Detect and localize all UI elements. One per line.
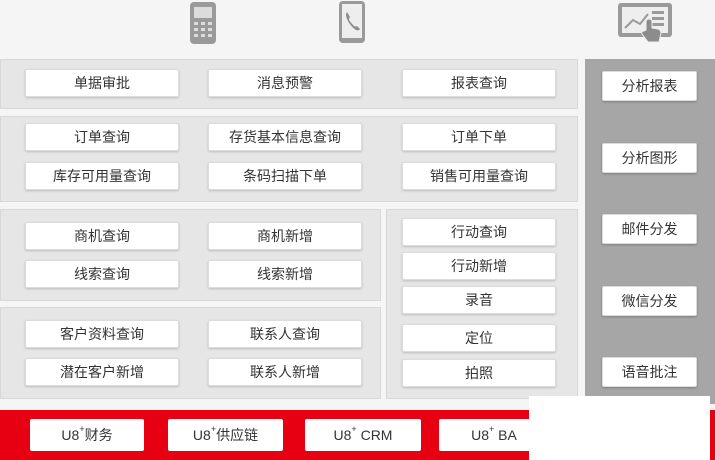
report-query-button[interactable]: 报表查询 — [402, 69, 556, 97]
tab-label-sup: + — [79, 424, 85, 435]
tab-label-suffix: 财务 — [84, 427, 113, 443]
tab-label-suffix: BA — [494, 427, 517, 443]
top-icon-bar — [0, 0, 715, 56]
potential-customer-add-button[interactable]: 潜在客户新增 — [25, 358, 179, 386]
tab-label-sup: + — [351, 424, 357, 435]
right-menu: 分析报表 分析图形 邮件分发 微信分发 语音批注 — [585, 59, 715, 404]
tab-label-suffix: 供应链 — [216, 427, 259, 443]
customer-panel: 客户资料查询 联系人查询 潜在客户新增 联系人新增 — [0, 307, 381, 399]
take-photo-button[interactable]: 拍照 — [402, 359, 556, 387]
actions-panel: 行动查询 行动新增 录音 定位 拍照 — [386, 209, 578, 399]
record-audio-button[interactable]: 录音 — [402, 286, 556, 314]
tab-label-suffix: CRM — [356, 427, 393, 443]
lead-query-button[interactable]: 线索查询 — [25, 260, 179, 288]
analysis-chart-button[interactable]: 分析图形 — [602, 143, 697, 173]
mobile-phone-icon[interactable] — [186, 0, 220, 46]
wechat-distribute-button[interactable]: 微信分发 — [602, 286, 697, 316]
email-distribute-button[interactable]: 邮件分发 — [602, 214, 697, 244]
barcode-scan-order-button[interactable]: 条码扫描下单 — [208, 162, 362, 190]
tab-u8-supply-chain[interactable]: U8+供应链 — [168, 419, 283, 451]
contact-add-button[interactable]: 联系人新增 — [208, 358, 362, 386]
sales-availability-query-button[interactable]: 销售可用量查询 — [402, 162, 556, 190]
tab-label-prefix: U8 — [471, 427, 490, 443]
tab-label-prefix: U8 — [333, 427, 352, 443]
action-add-button[interactable]: 行动新增 — [402, 252, 556, 280]
touch-report-icon[interactable] — [616, 0, 676, 48]
message-alert-button[interactable]: 消息预警 — [208, 69, 362, 97]
contact-query-button[interactable]: 联系人查询 — [208, 320, 362, 348]
opportunity-query-button[interactable]: 商机查询 — [25, 222, 179, 250]
phone-call-icon[interactable] — [336, 0, 368, 46]
document-approval-button[interactable]: 单据审批 — [25, 69, 179, 97]
orders-panel: 订单查询 存货基本信息查询 订单下单 库存可用量查询 条码扫描下单 销售可用量查… — [0, 116, 578, 202]
location-button[interactable]: 定位 — [402, 324, 556, 352]
approval-panel: 单据审批 消息预警 报表查询 — [0, 59, 578, 109]
opportunity-add-button[interactable]: 商机新增 — [208, 222, 362, 250]
action-query-button[interactable]: 行动查询 — [402, 218, 556, 246]
stock-availability-query-button[interactable]: 库存可用量查询 — [25, 162, 179, 190]
tab-label-prefix: U8 — [61, 427, 80, 443]
inventory-info-query-button[interactable]: 存货基本信息查询 — [208, 123, 362, 151]
tab-label-sup: + — [210, 424, 217, 435]
lead-add-button[interactable]: 线索新增 — [208, 260, 362, 288]
analysis-report-button[interactable]: 分析报表 — [602, 71, 697, 101]
opportunity-panel: 商机查询 商机新增 线索查询 线索新增 — [0, 209, 381, 301]
tab-label-prefix: U8 — [192, 427, 211, 443]
order-query-button[interactable]: 订单查询 — [25, 123, 179, 151]
tab-u8-crm[interactable]: U8+ CRM — [305, 419, 421, 451]
tab-label-sup: + — [489, 424, 495, 435]
place-order-button[interactable]: 订单下单 — [402, 123, 556, 151]
tab-u8-finance[interactable]: U8+财务 — [30, 419, 144, 451]
blank-overlay — [529, 396, 710, 460]
voice-annotation-button[interactable]: 语音批注 — [602, 357, 697, 387]
customer-info-query-button[interactable]: 客户资料查询 — [25, 320, 179, 348]
